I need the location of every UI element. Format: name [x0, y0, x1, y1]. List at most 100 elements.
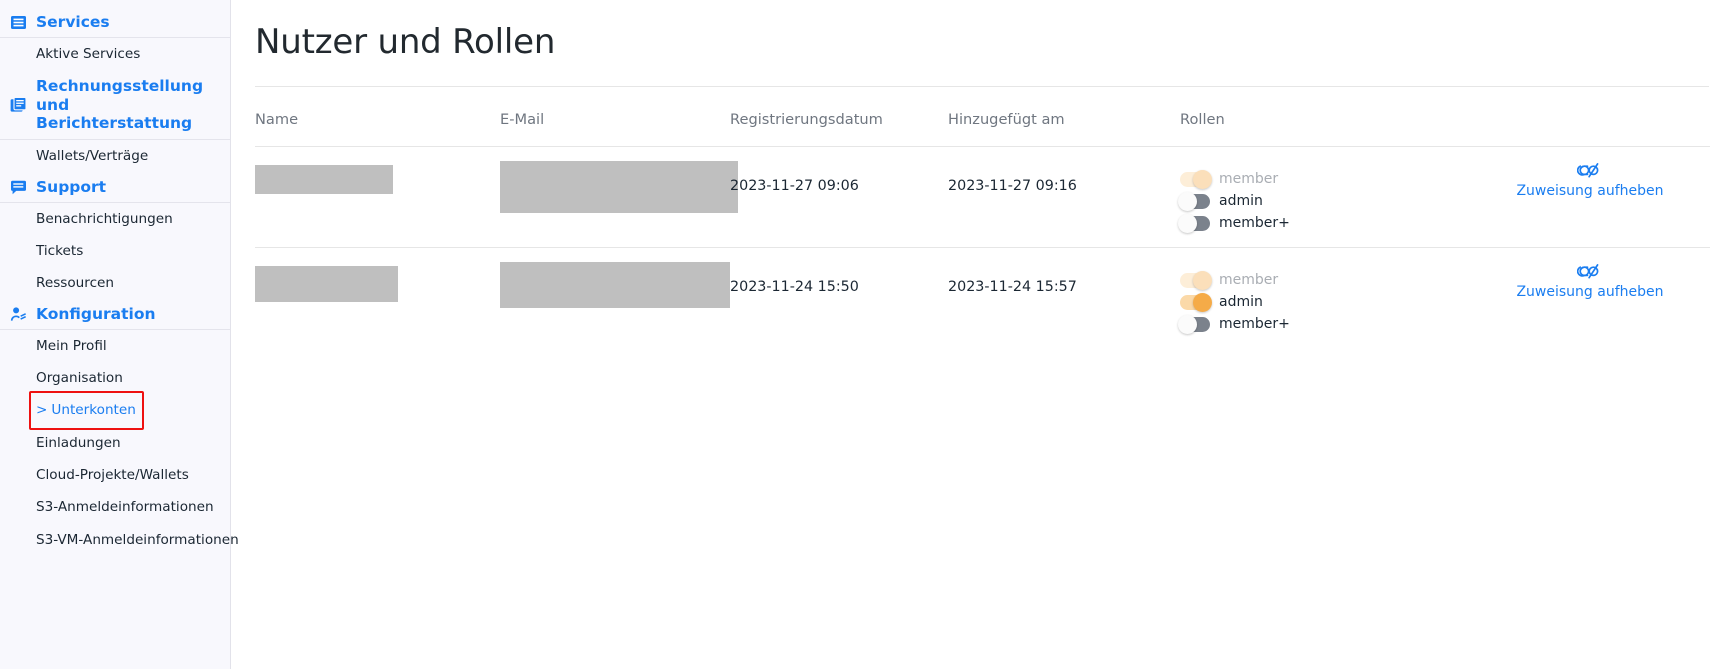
cell-name: [255, 248, 500, 349]
cell-action: Zuweisung aufheben: [1470, 147, 1710, 248]
toggle-switch-admin: [1178, 191, 1210, 211]
roles-group: member admin member+: [1178, 161, 1470, 233]
table-row: 2023-11-24 15:50 2023-11-24 15:57 member: [255, 247, 1710, 349]
column-header-roles: Rollen: [1180, 111, 1225, 128]
sidebar-item-label: S3-Anmeldeinformationen: [36, 499, 214, 516]
unassign-label: Zuweisung aufheben: [1516, 183, 1664, 199]
unlink-icon: [1576, 161, 1603, 179]
redacted-email: [500, 161, 738, 213]
column-header-registration-date: Registrierungsdatum: [730, 111, 883, 128]
role-label: admin: [1219, 193, 1263, 209]
toggle-knob: [1193, 169, 1212, 189]
unassign-button[interactable]: Zuweisung aufheben: [1516, 262, 1664, 300]
role-toggle-member-plus[interactable]: member+: [1178, 213, 1470, 233]
role-label: member+: [1219, 316, 1290, 332]
cell-email: [500, 147, 738, 248]
toggle-knob: [1178, 314, 1197, 334]
sidebar-item-wallets-vertraege[interactable]: Wallets/Verträge: [0, 140, 230, 172]
column-header-added-date: Hinzugefügt am: [948, 111, 1065, 128]
sidebar-section-services[interactable]: Services: [0, 8, 230, 38]
sidebar-section-rechnungsstellung[interactable]: Rechnungsstellung und Berichterstattung: [0, 70, 230, 141]
sidebar-section-label: Konfiguration: [36, 304, 156, 323]
toggle-knob: [1178, 191, 1197, 211]
sidebar-section-label: Services: [36, 13, 110, 32]
toggle-knob: [1178, 213, 1197, 233]
sidebar-item-label: Mein Profil: [36, 337, 107, 354]
column-header-name: Name: [255, 111, 299, 128]
app-root: Services Aktive Services Rechnungsstellu…: [0, 0, 1733, 669]
registration-date-value: 2023-11-24 15:50: [730, 279, 859, 295]
documents-icon: [10, 96, 27, 113]
sidebar-item-label: S3-VM-Anmeldeinformationen: [36, 531, 239, 548]
cell-registration-date: 2023-11-24 15:50: [730, 248, 948, 349]
role-toggle-member-plus[interactable]: member+: [1178, 314, 1470, 334]
role-toggle-member[interactable]: member: [1180, 270, 1470, 290]
role-label: member: [1219, 171, 1279, 187]
role-toggle-member[interactable]: member: [1180, 169, 1470, 189]
unlink-icon: [1576, 262, 1603, 280]
column-header-email: E-Mail: [500, 111, 545, 128]
user-settings-icon: [10, 306, 27, 323]
sidebar-item-aktive-services[interactable]: Aktive Services: [0, 38, 230, 70]
registration-date-value: 2023-11-27 09:06: [730, 178, 859, 194]
sidebar-item-organisation[interactable]: Organisation: [0, 362, 230, 394]
sidebar-item-label: Organisation: [36, 369, 123, 386]
role-toggle-admin[interactable]: admin: [1180, 292, 1470, 312]
cell-roles: member admin member+: [1178, 147, 1470, 248]
redacted-email: [500, 262, 730, 308]
added-date-value: 2023-11-27 09:16: [948, 178, 1077, 194]
sidebar-item-ressourcen[interactable]: Ressourcen: [0, 267, 230, 299]
table-head: Name E-Mail Registrierungsdatum Hinzugef…: [255, 87, 1710, 147]
table-header-row: Name E-Mail Registrierungsdatum Hinzugef…: [255, 87, 1710, 147]
toggle-switch-member-plus: [1178, 213, 1210, 233]
sidebar-item-label: Tickets: [36, 242, 84, 259]
sidebar-item-mein-profil[interactable]: Mein Profil: [0, 330, 230, 362]
cell-name: [255, 147, 500, 248]
toggle-knob: [1193, 270, 1212, 290]
sidebar-item-einladungen[interactable]: Einladungen: [0, 427, 230, 459]
unassign-label: Zuweisung aufheben: [1516, 284, 1664, 300]
users-roles-table: Name E-Mail Registrierungsdatum Hinzugef…: [255, 87, 1710, 348]
toggle-switch-member-plus: [1178, 314, 1210, 334]
roles-group: member admin member+: [1178, 262, 1470, 334]
sidebar-item-s3-vm-anmeldeinformationen[interactable]: S3-VM-Anmeldeinformationen: [0, 524, 239, 556]
main-content: Nutzer und Rollen Name E-Mail Registrier…: [231, 0, 1733, 669]
toggle-switch-member: [1180, 270, 1212, 290]
sidebar-item-label: Benachrichtigungen: [36, 210, 173, 227]
cell-registration-date: 2023-11-27 09:06: [730, 147, 948, 248]
sidebar-item-cloud-projekte-wallets[interactable]: Cloud-Projekte/Wallets: [0, 459, 230, 491]
redacted-name: [255, 165, 393, 194]
sidebar-item-label: Ressourcen: [36, 275, 115, 292]
sidebar-item-unterkonten[interactable]: > Unterkonten: [0, 394, 230, 426]
cell-added-date: 2023-11-27 09:16: [948, 147, 1180, 248]
unassign-button[interactable]: Zuweisung aufheben: [1516, 161, 1664, 199]
added-date-value: 2023-11-24 15:57: [948, 279, 1077, 295]
sidebar-item-benachrichtigungen[interactable]: Benachrichtigungen: [0, 203, 230, 235]
sidebar-item-label: Wallets/Verträge: [36, 148, 149, 165]
sidebar-item-label: Einladungen: [36, 434, 121, 451]
sidebar-section-support[interactable]: Support: [0, 173, 230, 203]
role-toggle-admin[interactable]: admin: [1178, 191, 1470, 211]
cell-action: Zuweisung aufheben: [1470, 248, 1710, 349]
table-body: 2023-11-27 09:06 2023-11-27 09:16 member: [255, 146, 1710, 349]
sidebar-item-label: Unterkonten: [51, 402, 136, 419]
sidebar-item-tickets[interactable]: Tickets: [0, 235, 230, 267]
sidebar-section-konfiguration[interactable]: Konfiguration: [0, 300, 230, 330]
sidebar-item-label: Aktive Services: [36, 46, 141, 62]
cell-email: [500, 248, 730, 349]
cell-added-date: 2023-11-24 15:57: [948, 248, 1180, 349]
chat-box-icon: [10, 179, 27, 196]
sidebar-section-label: Support: [36, 177, 107, 196]
table-row: 2023-11-27 09:06 2023-11-27 09:16 member: [255, 146, 1710, 248]
redacted-name: [255, 266, 398, 302]
role-label: admin: [1219, 294, 1263, 310]
chevron-right-icon: >: [36, 402, 48, 419]
toggle-switch-member: [1180, 169, 1212, 189]
sidebar-section-label: Rechnungsstellung und Berichterstattung: [36, 77, 204, 132]
page-title: Nutzer und Rollen: [255, 22, 556, 62]
sidebar-item-label: Cloud-Projekte/Wallets: [36, 466, 189, 483]
sidebar-item-s3-anmeldeinformationen[interactable]: S3-Anmeldeinformationen: [0, 491, 230, 523]
role-label: member: [1219, 272, 1279, 288]
cell-roles: member admin member+: [1178, 248, 1470, 349]
sidebar: Services Aktive Services Rechnungsstellu…: [0, 0, 239, 669]
